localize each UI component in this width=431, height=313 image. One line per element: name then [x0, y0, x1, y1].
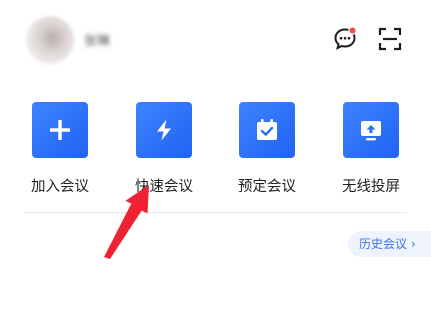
screen-cast-icon	[361, 121, 381, 141]
app-screen: 张琳 加入会议 快速会议 预定会议 无线投屏 历史会议 ›	[0, 0, 431, 313]
chevron-right-icon: ›	[411, 237, 416, 251]
notification-dot	[348, 26, 357, 35]
calendar-check-icon	[257, 119, 277, 140]
quick-meeting-button[interactable]: 快速会议	[124, 102, 204, 196]
join-meeting-tile[interactable]	[32, 102, 88, 158]
history-meetings-button[interactable]: 历史会议 ›	[348, 231, 431, 257]
wireless-cast-button[interactable]: 无线投屏	[331, 102, 411, 196]
avatar[interactable]	[26, 16, 74, 64]
wireless-cast-label: 无线投屏	[342, 179, 400, 195]
wireless-cast-tile[interactable]	[343, 102, 399, 158]
chat-bubble-icon	[334, 26, 357, 50]
join-meeting-button[interactable]: 加入会议	[20, 102, 100, 196]
history-meetings-label: 历史会议	[359, 237, 408, 251]
schedule-meeting-tile[interactable]	[239, 102, 295, 158]
divider	[24, 212, 407, 213]
lightning-icon	[157, 119, 171, 141]
quick-meeting-label: 快速会议	[135, 179, 193, 195]
scan-button[interactable]	[377, 26, 403, 52]
join-meeting-label: 加入会议	[31, 179, 89, 195]
plus-icon	[50, 120, 70, 140]
scan-icon	[378, 27, 402, 51]
schedule-meeting-button[interactable]: 预定会议	[227, 102, 307, 196]
message-button[interactable]	[332, 26, 358, 52]
schedule-meeting-label: 预定会议	[238, 179, 296, 195]
username: 张琳	[84, 34, 111, 49]
quick-meeting-tile[interactable]	[136, 102, 192, 158]
